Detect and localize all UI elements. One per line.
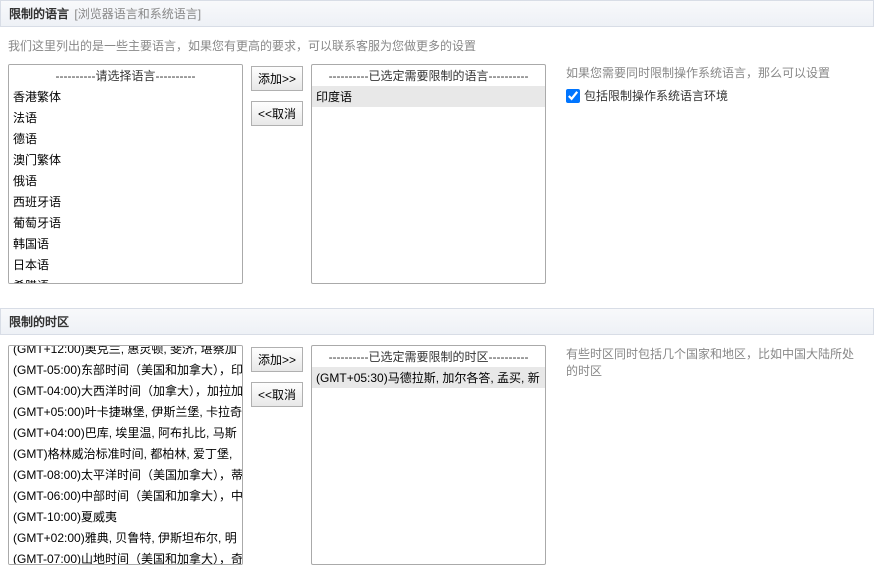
language-note-text: 如果您需要同时限制操作系统语言，那么可以设置 bbox=[566, 64, 866, 81]
timezone-section-header: 限制的时区 bbox=[0, 308, 874, 335]
timezone-available-list[interactable]: (GMT+12:00)奥克兰, 惠灵顿, 斐济, 堪察加(GMT-05:00)东… bbox=[8, 345, 243, 565]
timezone-note-block: 有些时区同时包括几个国家和地区，比如中国大陆所处的时区 bbox=[554, 345, 866, 565]
timezone-panel: (GMT+12:00)奥克兰, 惠灵顿, 斐济, 堪察加(GMT-05:00)东… bbox=[0, 345, 874, 583]
timezone-buttons: 添加>> <<取消 bbox=[251, 345, 303, 565]
timezone-note-text: 有些时区同时包括几个国家和地区，比如中国大陆所处的时区 bbox=[566, 345, 866, 379]
language-section-header: 限制的语言 [浏览器语言和系统语言] bbox=[0, 0, 874, 27]
language-note-block: 如果您需要同时限制操作系统语言，那么可以设置 包括限制操作系统语言环境 bbox=[554, 64, 866, 284]
language-remove-button[interactable]: <<取消 bbox=[251, 101, 303, 126]
language-panel: ----------请选择语言----------香港繁体法语德语澳门繁体俄语西… bbox=[0, 64, 874, 302]
language-header-subtitle: [浏览器语言和系统语言] bbox=[74, 7, 201, 21]
language-available-list[interactable]: ----------请选择语言----------香港繁体法语德语澳门繁体俄语西… bbox=[8, 64, 243, 284]
language-checkbox-label: 包括限制操作系统语言环境 bbox=[584, 87, 728, 104]
language-selected-list[interactable]: ----------已选定需要限制的语言----------印度语 bbox=[311, 64, 546, 284]
include-system-language-checkbox[interactable] bbox=[566, 89, 580, 103]
timezone-add-button[interactable]: 添加>> bbox=[251, 347, 303, 372]
language-buttons: 添加>> <<取消 bbox=[251, 64, 303, 284]
language-checkbox-label-wrap[interactable]: 包括限制操作系统语言环境 bbox=[566, 87, 866, 104]
timezone-header-title: 限制的时区 bbox=[9, 315, 69, 329]
language-header-title: 限制的语言 bbox=[9, 7, 69, 21]
language-add-button[interactable]: 添加>> bbox=[251, 66, 303, 91]
timezone-remove-button[interactable]: <<取消 bbox=[251, 382, 303, 407]
language-description: 我们这里列出的是一些主要语言，如果您有更高的要求，可以联系客服为您做更多的设置 bbox=[0, 37, 874, 64]
timezone-selected-list[interactable]: ----------已选定需要限制的时区----------(GMT+05:30… bbox=[311, 345, 546, 565]
